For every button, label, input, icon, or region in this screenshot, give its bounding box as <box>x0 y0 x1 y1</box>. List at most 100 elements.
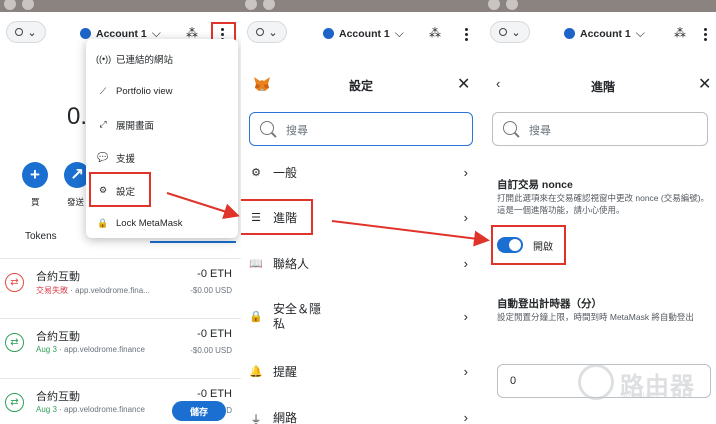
tab-tokens[interactable]: Tokens <box>25 231 57 242</box>
chevron-right-icon: › <box>463 210 468 225</box>
bell-icon: 🔔 <box>249 366 263 378</box>
menu-item-support[interactable]: 💬 支援 <box>86 141 238 174</box>
annotation-box-advanced <box>241 199 313 235</box>
tx-title: 合約互動 <box>36 331 80 343</box>
search-placeholder: 搜尋 <box>286 125 308 137</box>
menu-item-connected-sites[interactable]: ((•)) 已連結的網站 <box>86 42 238 75</box>
menu-item-label: 展開畫面 <box>116 120 155 132</box>
book-icon: 📖 <box>249 258 263 270</box>
settings-item-label: 聯絡人 <box>273 257 310 271</box>
settings-item-security-privacy[interactable]: 🔒 安全＆隱私 › <box>241 292 484 346</box>
network-selector[interactable]: ⌄ <box>6 21 46 43</box>
menu-item-expand-view[interactable]: ⤢ 展開畫面 <box>86 108 238 141</box>
search-placeholder: 搜尋 <box>529 125 551 137</box>
watermark-subtext: luyouqi.com <box>622 392 660 399</box>
tx-amount: -0 ETH <box>197 328 232 340</box>
swap-icon: ⇄ <box>5 273 24 292</box>
settings-panel: ⌄ Account 1 ⌵ ⁂ 設定 ✕ 搜尋 ⚙ 一般 › ☰ 進階 › 📖 … <box>241 0 484 424</box>
browser-top-strip <box>484 0 716 12</box>
settings-item-label: 安全＆隱私 <box>273 302 322 331</box>
settings-search-input[interactable]: 搜尋 <box>249 112 473 146</box>
page-title: 設定 <box>349 79 374 93</box>
search-icon <box>503 121 517 135</box>
tab-active-indicator <box>150 241 236 243</box>
menu-item-label: 已連結的網站 <box>116 54 174 66</box>
advanced-settings-panel: ⌄ Account 1 ⌵ ⁂ ‹ 進階 ✕ 搜尋 自訂交易 nonce 打開此… <box>484 0 716 424</box>
plug-icon: ⏚ <box>250 414 262 424</box>
tx-subtitle: Aug 3 · app.velodrome.finance <box>36 405 145 414</box>
settings-item-networks[interactable]: ⏚ 網路 › <box>241 396 484 424</box>
settings-item-label: 提醒 <box>273 365 298 379</box>
network-selector[interactable]: ⌄ <box>247 21 287 43</box>
wallet-header: ⌄ Account 1 ⌵ ⁂ <box>241 12 484 56</box>
wallet-home-panel: ⌄ Account 1 ⌵ ⁂ 0. + 買 ↗ 發送 Tokens ⇄ 合約互… <box>0 0 241 424</box>
nonce-section-description: 打開此選項來在交易確認視窗中更改 nonce (交易編號)。這是一個進階功能，請… <box>497 193 710 215</box>
chart-icon: ⟋ <box>99 86 107 96</box>
tx-date: Aug 3 <box>36 345 57 354</box>
settings-item-general[interactable]: ⚙ 一般 › <box>241 151 484 197</box>
settings-search-input[interactable]: 搜尋 <box>492 112 708 146</box>
browser-top-strip <box>0 0 241 12</box>
chevron-down-icon: ⌵ <box>394 26 404 40</box>
search-icon <box>260 121 274 135</box>
settings-item-alerts[interactable]: 🔔 提醒 › <box>241 350 484 396</box>
menu-item-label: Portfolio view <box>116 86 173 97</box>
chevron-right-icon: › <box>463 309 468 324</box>
account-avatar <box>80 28 91 39</box>
more-vertical-icon[interactable] <box>704 28 708 43</box>
settings-item-label: 一般 <box>273 166 298 180</box>
tx-subtitle: Aug 3 · app.velodrome.finance <box>36 345 145 354</box>
lock-icon: 🔒 <box>249 311 263 323</box>
close-icon[interactable]: ✕ <box>457 74 470 94</box>
chevron-right-icon: › <box>463 410 468 424</box>
tx-usd: -$0.00 USD <box>190 346 232 355</box>
close-icon[interactable]: ✕ <box>698 74 711 94</box>
back-arrow-icon[interactable]: ‹ <box>496 76 500 91</box>
account-name: Account 1 <box>339 27 390 40</box>
tx-title: 合約互動 <box>36 271 80 283</box>
page-title: 進階 <box>591 80 616 94</box>
chevron-right-icon: › <box>463 165 468 180</box>
balance-amount: 0. <box>67 103 88 130</box>
settings-header: 設定 ✕ <box>241 62 484 106</box>
site-watermark: 路由器 luyouqi.com <box>578 364 712 402</box>
settings-item-contacts[interactable]: 📖 聯絡人 › <box>241 242 484 288</box>
nonce-section-title: 自訂交易 nonce <box>497 179 573 191</box>
extension-icon[interactable]: ⁂ <box>429 27 441 39</box>
wallet-header: ⌄ Account 1 ⌵ ⁂ <box>484 12 716 56</box>
message-icon: 💬 <box>97 152 109 162</box>
buy-label: 買 <box>31 197 40 207</box>
account-name: Account 1 <box>96 27 147 40</box>
watermark-logo-icon <box>578 364 614 400</box>
network-selector[interactable]: ⌄ <box>490 21 530 43</box>
extension-icon[interactable]: ⁂ <box>186 27 198 39</box>
chevron-right-icon: › <box>463 364 468 379</box>
tx-status: 交易失敗 <box>36 286 68 295</box>
tx-title: 合約互動 <box>36 391 80 403</box>
lock-icon: 🔒 <box>97 218 109 228</box>
account-selector[interactable]: Account 1 ⌵ <box>323 26 404 41</box>
tx-origin: app.velodrome.finance <box>64 345 145 354</box>
chevron-right-icon: › <box>463 256 468 271</box>
more-vertical-icon[interactable] <box>465 28 469 43</box>
swap-icon: ⇄ <box>5 393 24 412</box>
swap-icon: ⇄ <box>5 333 24 352</box>
transaction-row[interactable]: ⇄ 合約互動 交易失敗 · app.velodrome.fina... -0 E… <box>0 258 241 314</box>
annotation-box-toggle <box>491 225 566 265</box>
account-selector[interactable]: Account 1 ⌵ <box>564 26 645 41</box>
transaction-row[interactable]: ⇄ 合約互動 Aug 3 · app.velodrome.finance -0 … <box>0 318 241 374</box>
autolock-section-description: 設定閒置分鐘上限，時間到時 MetaMask 將自動登出 <box>497 312 694 322</box>
tx-origin: app.velodrome.fina... <box>75 286 150 295</box>
browser-top-strip <box>241 0 484 12</box>
send-label: 發送 <box>67 197 85 207</box>
menu-item-portfolio-view[interactable]: ⟋ Portfolio view <box>86 75 238 108</box>
buy-button[interactable]: + <box>22 162 48 188</box>
save-button[interactable]: 儲存 <box>172 401 226 421</box>
account-avatar <box>564 28 575 39</box>
menu-item-lock[interactable]: 🔒 Lock MetaMask <box>86 207 238 240</box>
extension-icon[interactable]: ⁂ <box>674 27 686 39</box>
settings-item-label: 網路 <box>273 411 298 424</box>
connected-sites-icon: ((•)) <box>96 53 112 64</box>
menu-item-label: 支援 <box>116 153 136 165</box>
menu-item-label: Lock MetaMask <box>116 218 183 229</box>
